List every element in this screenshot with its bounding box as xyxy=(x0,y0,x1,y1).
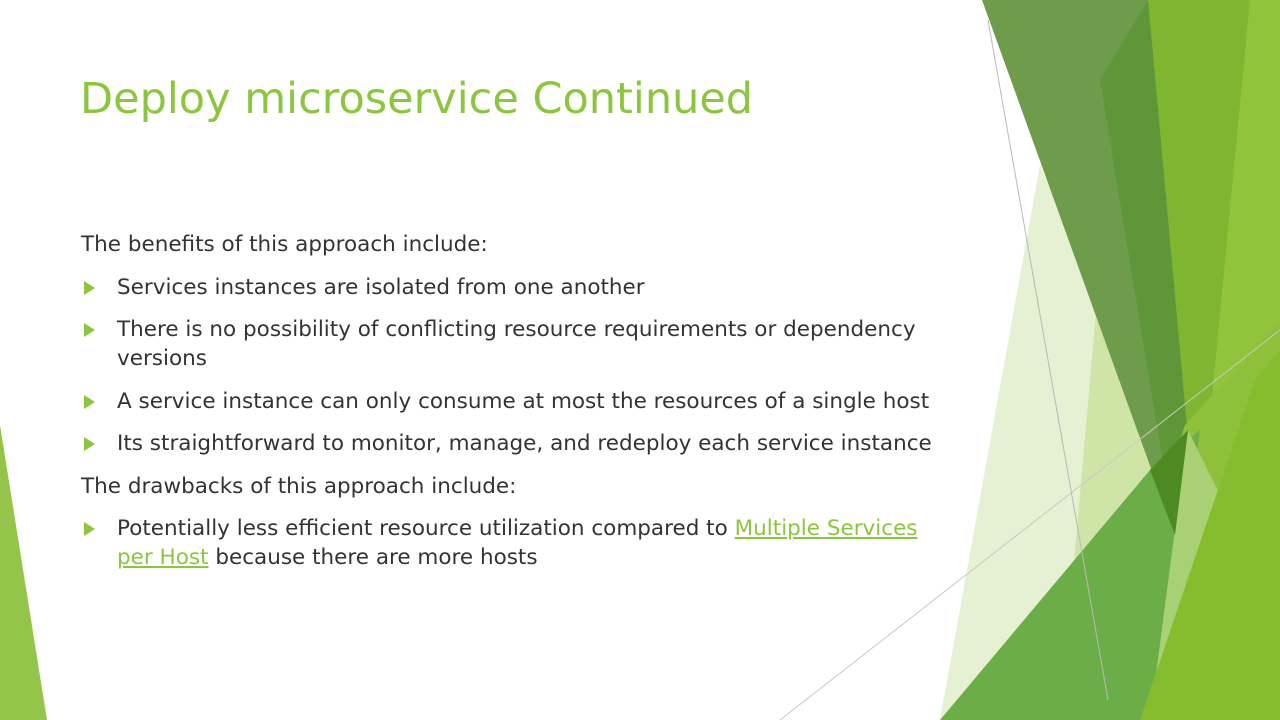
benefit-item-4: Its straightforward to monitor, manage, … xyxy=(81,429,951,458)
drawbacks-list: Potentially less efficient resource util… xyxy=(81,514,951,572)
drawback-item-1: Potentially less efficient resource util… xyxy=(81,514,951,572)
drawback-text-before-link: Potentially less efficient resource util… xyxy=(117,516,735,541)
drawback-text-after-link: because there are more hosts xyxy=(208,545,538,570)
left-green-sliver xyxy=(0,425,47,720)
benefit-item-1: Services instances are isolated from one… xyxy=(81,273,951,302)
drawbacks-intro: The drawbacks of this approach include: xyxy=(81,473,517,499)
triangle-bullet-icon xyxy=(84,280,95,295)
benefits-list: Services instances are isolated from one… xyxy=(81,273,951,459)
triangle-bullet-icon xyxy=(84,522,95,536)
benefit-item-3: A service instance can only consume at m… xyxy=(81,387,951,416)
benefit-item-text: There is no possibility of conflicting r… xyxy=(117,317,916,371)
benefits-intro: The benefits of this approach include: xyxy=(81,232,488,257)
benefit-item-text: A service instance can only consume at m… xyxy=(117,388,930,414)
triangle-bullet-icon xyxy=(84,437,95,451)
slide: Deploy microservice Continued The benefi… xyxy=(0,0,1280,720)
triangle-bullet-icon xyxy=(84,394,95,409)
slide-body: The benefits of this approach include: S… xyxy=(81,230,951,586)
benefit-item-2: There is no possibility of conflicting r… xyxy=(81,315,951,373)
triangle-bullet-icon xyxy=(84,323,95,337)
benefit-item-text: Its straightforward to monitor, manage, … xyxy=(117,431,932,456)
slide-title: Deploy microservice Continued xyxy=(80,74,754,124)
benefit-item-text: Services instances are isolated from one… xyxy=(117,274,645,300)
